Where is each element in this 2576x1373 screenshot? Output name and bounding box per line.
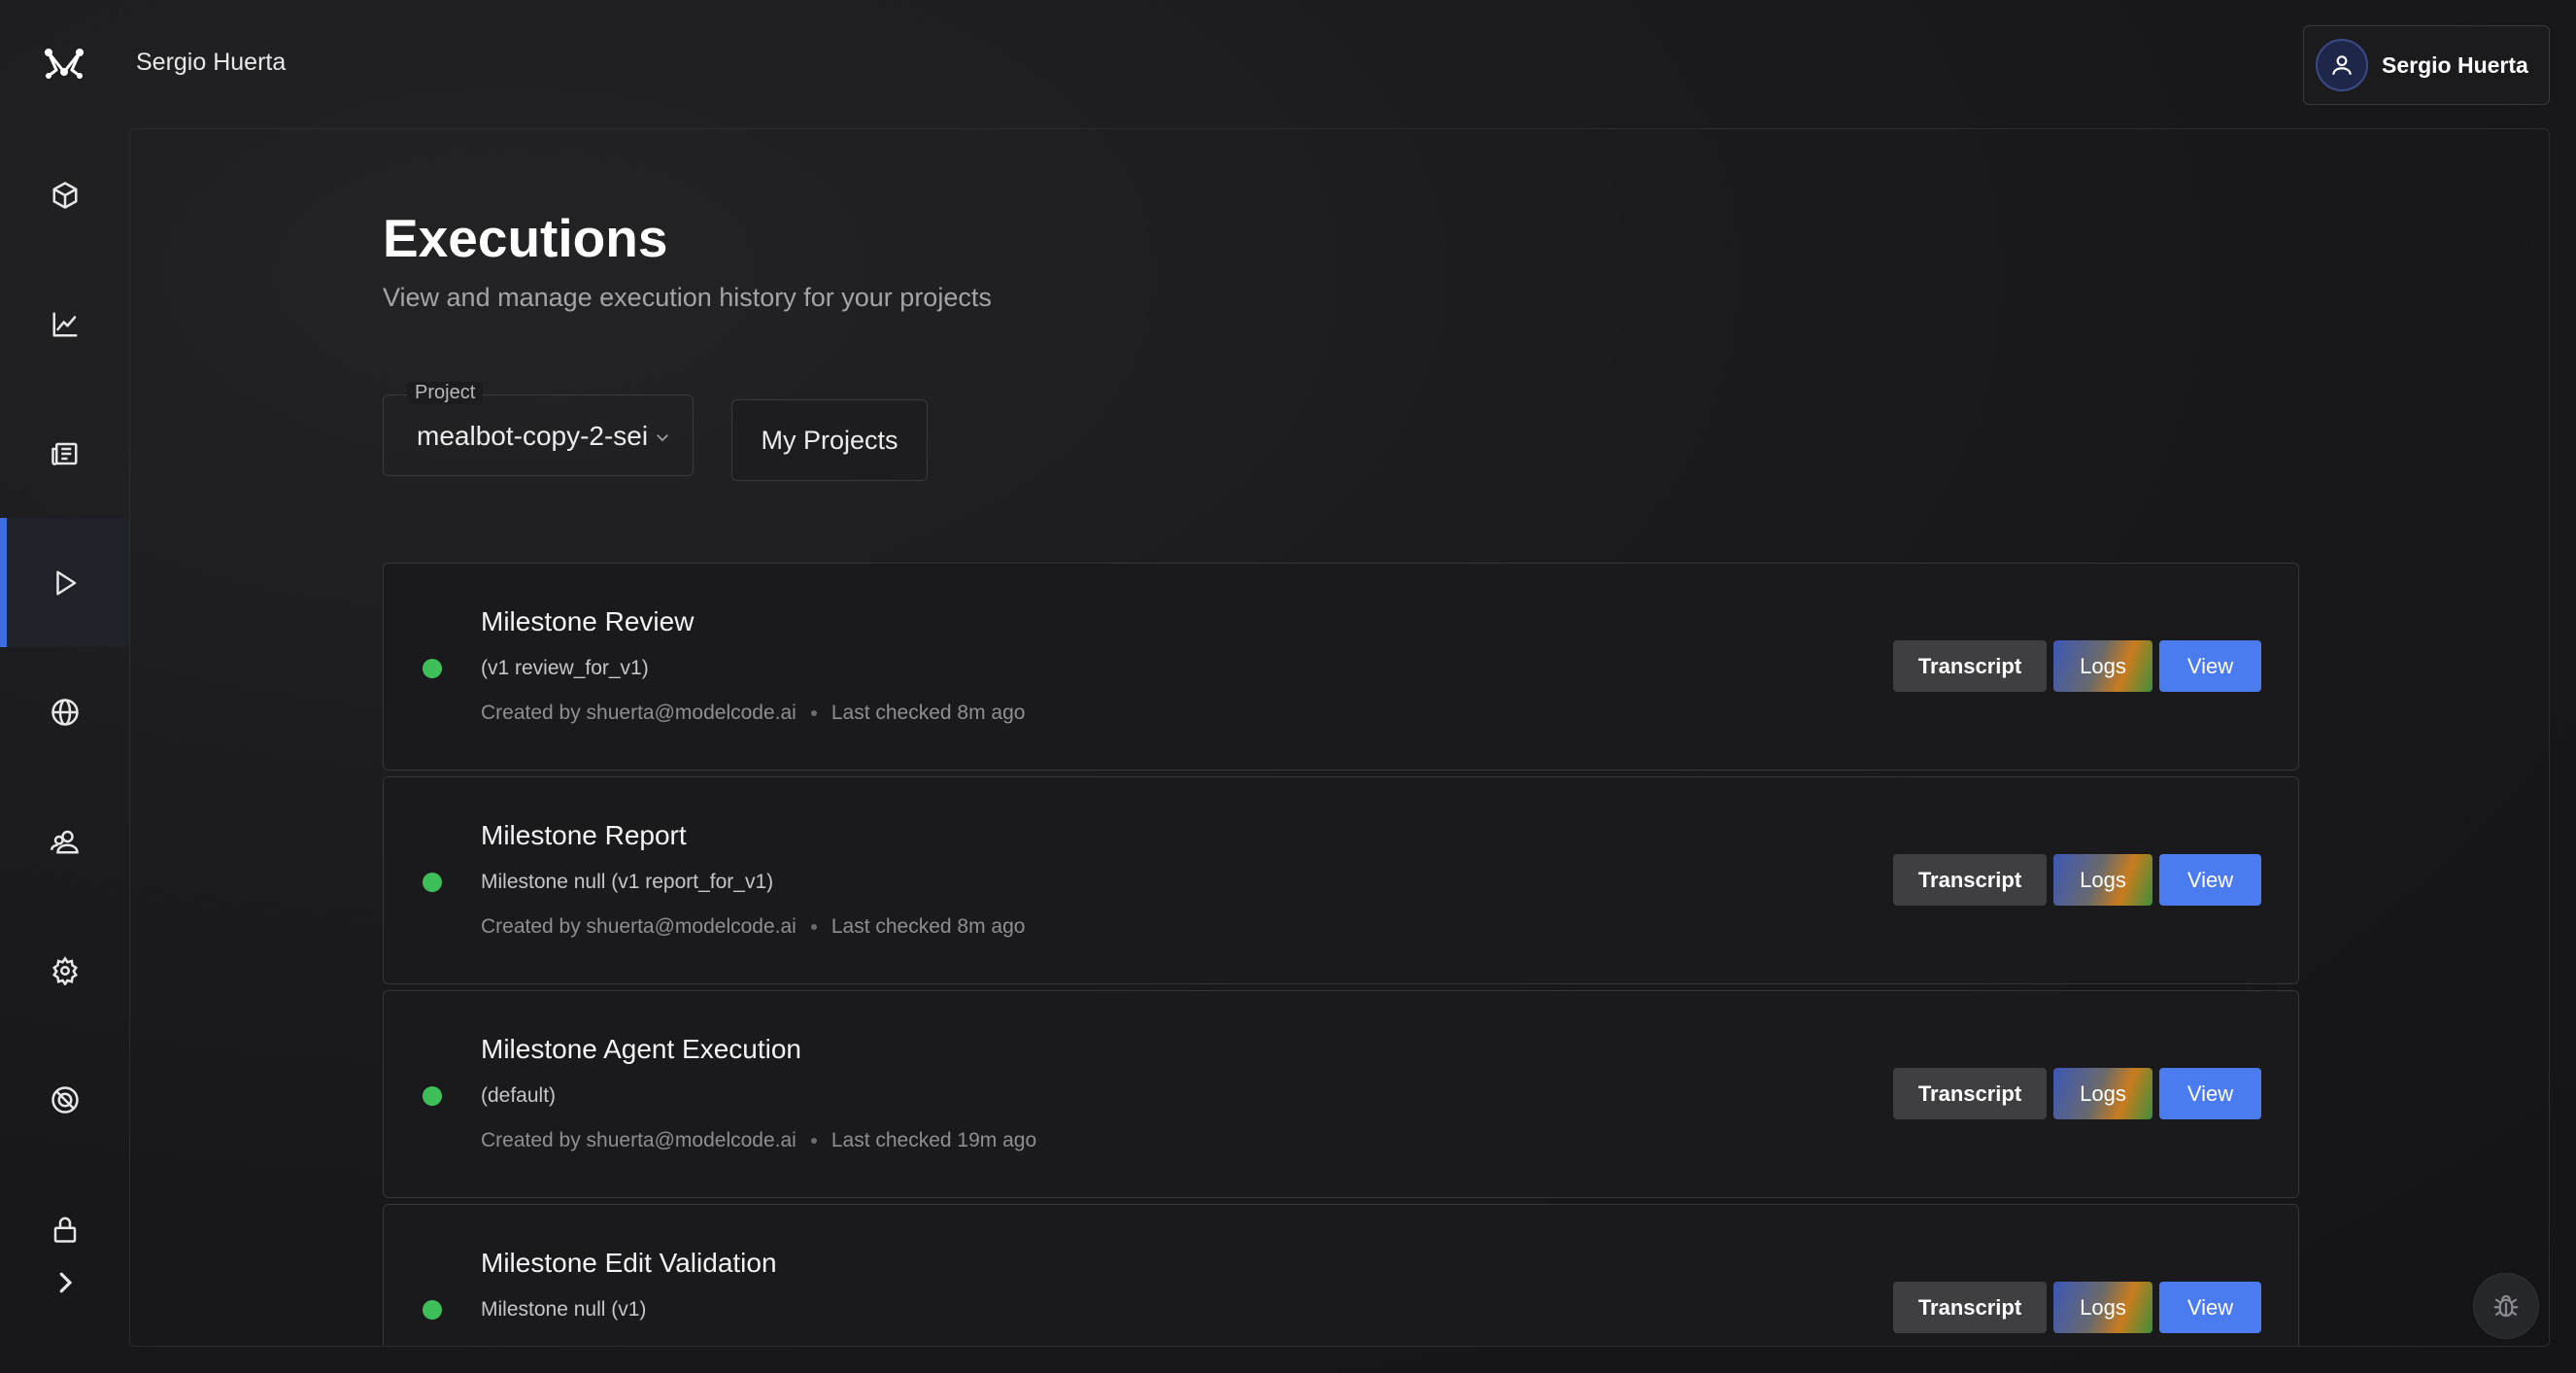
transcript-button[interactable]: Transcript [1893, 1282, 2047, 1333]
project-select-label: Project [407, 382, 484, 404]
sidebar-item-projects[interactable] [0, 130, 129, 259]
status-indicator [423, 659, 442, 678]
sidebar [0, 128, 129, 1373]
sidebar-item-executions[interactable] [0, 518, 129, 647]
my-projects-button[interactable]: My Projects [731, 399, 928, 481]
execution-subtitle: Milestone null (v1) [481, 1298, 647, 1321]
view-button[interactable]: View [2159, 1282, 2261, 1333]
logo-icon[interactable] [43, 45, 85, 84]
project-select-value: mealbot-copy-2-sei [417, 421, 649, 451]
ban-icon [51, 1085, 79, 1114]
logs-button[interactable]: Logs [2053, 1068, 2152, 1119]
execution-card[interactable]: Milestone Report Milestone null (v1 repo… [383, 776, 2299, 984]
created-by: Created by shuerta@modelcode.ai [481, 915, 797, 938]
chart-icon [52, 312, 77, 336]
sidebar-item-docs[interactable] [0, 389, 129, 518]
gear-icon [51, 955, 78, 985]
top-header: Sergio Huerta Sergio Huerta [0, 0, 2576, 128]
view-button[interactable]: View [2159, 854, 2261, 906]
header-workspace-name: Sergio Huerta [136, 49, 287, 76]
execution-card[interactable]: Milestone Edit Validation Milestone null… [383, 1204, 2299, 1346]
created-by: Created by shuerta@modelcode.ai [481, 702, 797, 724]
transcript-button[interactable]: Transcript [1893, 1068, 2047, 1119]
cube-icon [52, 181, 77, 209]
status-indicator [423, 1086, 442, 1106]
execution-meta: Created by shuerta@modelcode.ai Last che… [481, 915, 1025, 939]
lock-icon [53, 1217, 76, 1243]
sidebar-expand-toggle[interactable] [0, 1244, 129, 1322]
chevron-right-icon [59, 1272, 72, 1293]
execution-meta: Created by shuerta@modelcode.ai Last che… [481, 1129, 1036, 1152]
execution-meta: Created by shuerta@modelcode.ai Last che… [481, 702, 1025, 725]
execution-subtitle: (default) [481, 1084, 557, 1107]
page-title: Executions [383, 208, 668, 268]
debug-button[interactable] [2473, 1273, 2539, 1339]
users-icon [50, 830, 79, 853]
execution-title: Milestone Agent Execution [481, 1034, 801, 1064]
sidebar-item-team[interactable] [0, 776, 129, 906]
project-select[interactable]: Project mealbot-copy-2-sei [383, 382, 694, 476]
execution-card[interactable]: Milestone Review (v1 review_for_v1) Crea… [383, 563, 2299, 771]
meta-separator [810, 710, 817, 716]
sidebar-item-analytics[interactable] [0, 259, 129, 389]
last-checked: Last checked 8m ago [830, 702, 1026, 724]
user-menu-button[interactable]: Sergio Huerta [2303, 25, 2550, 105]
execution-title: Milestone Edit Validation [481, 1248, 777, 1278]
created-by: Created by shuerta@modelcode.ai [481, 1129, 797, 1151]
status-indicator [423, 873, 442, 892]
transcript-button[interactable]: Transcript [1893, 854, 2047, 906]
execution-card[interactable]: Milestone Agent Execution (default) Crea… [383, 990, 2299, 1198]
last-checked: Last checked 19m ago [830, 1129, 1037, 1151]
chevron-down-icon [657, 434, 668, 442]
bug-icon [2493, 1294, 2519, 1318]
user-avatar-icon [2316, 39, 2368, 91]
execution-subtitle: Milestone null (v1 report_for_v1) [481, 871, 774, 893]
user-menu-label: Sergio Huerta [2382, 51, 2528, 78]
transcript-button[interactable]: Transcript [1893, 640, 2047, 692]
newspaper-icon [51, 442, 77, 465]
globe-icon [51, 698, 79, 726]
meta-separator [810, 924, 817, 930]
sidebar-item-settings[interactable] [0, 906, 129, 1035]
logs-button[interactable]: Logs [2053, 854, 2152, 906]
page-subtitle: View and manage execution history for yo… [383, 283, 992, 312]
meta-separator [810, 1138, 817, 1144]
view-button[interactable]: View [2159, 1068, 2261, 1119]
sidebar-item-restrictions[interactable] [0, 1035, 129, 1164]
play-icon [55, 570, 76, 595]
logs-button[interactable]: Logs [2053, 640, 2152, 692]
logs-button[interactable]: Logs [2053, 1282, 2152, 1333]
execution-subtitle: (v1 review_for_v1) [481, 657, 649, 679]
view-button[interactable]: View [2159, 640, 2261, 692]
last-checked: Last checked 8m ago [830, 915, 1026, 938]
sidebar-item-web[interactable] [0, 647, 129, 776]
execution-title: Milestone Report [481, 820, 687, 850]
status-indicator [423, 1300, 442, 1320]
app-root: Sergio Huerta Sergio Huerta Executions V… [0, 0, 2576, 1373]
execution-title: Milestone Review [481, 606, 695, 636]
main-panel: Executions View and manage execution his… [129, 128, 2550, 1347]
